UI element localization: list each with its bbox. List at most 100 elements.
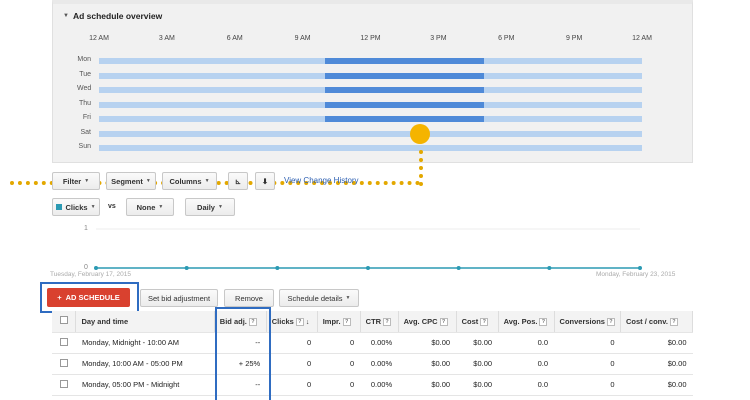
segment-button[interactable]: Segment ▼ <box>106 172 156 190</box>
help-icon[interactable]: ? <box>383 317 392 326</box>
row-checkbox[interactable] <box>59 379 68 388</box>
remove-label: Remove <box>235 293 263 303</box>
chart-point[interactable] <box>94 266 98 270</box>
help-icon[interactable]: ? <box>606 317 615 326</box>
chevron-down-icon: ▼ <box>217 204 223 210</box>
cell-cost: $0.00 <box>456 374 499 396</box>
active-schedule-segment[interactable] <box>325 87 484 93</box>
download-button[interactable]: ⬇ <box>255 172 275 190</box>
set-bid-adjustment-button[interactable]: Set bid adjustment <box>140 289 218 307</box>
metric-select[interactable]: Clicks ▼ <box>52 198 100 216</box>
col-day-time[interactable]: Day and time <box>75 311 215 333</box>
chevron-down-icon: ▼ <box>90 204 96 210</box>
day-schedule-bar[interactable] <box>99 58 642 64</box>
overview-title: Ad schedule overview <box>72 11 163 21</box>
day-schedule-bar[interactable] <box>99 130 642 137</box>
cell-cost-conv: $0.00 <box>620 374 693 396</box>
schedule-details-button[interactable]: Schedule details ▼ <box>279 289 359 307</box>
col-impr[interactable]: Impr.? <box>317 311 361 333</box>
select-all-cell[interactable] <box>52 311 77 333</box>
cell-avg-cpc: $0.00 <box>398 374 457 396</box>
remove-button[interactable]: Remove <box>224 289 274 307</box>
cell-cost: $0.00 <box>456 353 499 375</box>
help-icon[interactable]: ? <box>669 317 678 326</box>
col-cost[interactable]: Cost? <box>456 311 499 333</box>
chart-toggle-button[interactable]: ⊾ <box>228 172 248 190</box>
cell-clicks: 0 <box>266 353 318 375</box>
chevron-down-icon: ▼ <box>145 178 151 184</box>
cell-cost-conv: $0.00 <box>620 332 693 354</box>
table-row[interactable]: Monday, Midnight - 10:00 AM -- 0 0 0.00% $0.0… <box>52 332 693 354</box>
ad-schedule-overview-panel: ▼ Ad schedule overview 12 AM 3 AM 6 AM 9 AM… <box>52 0 693 163</box>
help-icon[interactable]: ? <box>342 317 351 326</box>
day-schedule-bar[interactable] <box>99 87 642 93</box>
annotation-marker-icon <box>410 124 430 144</box>
col-ctr[interactable]: CTR? <box>360 311 399 333</box>
col-label: Cost <box>461 316 479 326</box>
overview-header[interactable]: ▼ Ad schedule overview <box>63 11 162 21</box>
help-icon[interactable]: ? <box>480 317 489 326</box>
chart-point[interactable] <box>638 266 642 270</box>
cell-conversions: 0 <box>554 353 621 375</box>
collapse-caret-icon[interactable]: ▼ <box>63 13 69 19</box>
col-clicks[interactable]: Clicks? ↓ <box>266 311 318 333</box>
chart-point[interactable] <box>275 266 280 270</box>
sort-down-icon[interactable]: ↓ <box>306 319 310 326</box>
row-select-cell[interactable] <box>52 353 76 375</box>
row-checkbox[interactable] <box>59 337 68 346</box>
add-ad-schedule-button[interactable]: + AD SCHEDULE <box>47 288 130 307</box>
col-avg-cpc[interactable]: Avg. CPC? <box>398 311 457 333</box>
col-label: Clicks <box>271 316 294 326</box>
hour-tick-label: 12 PM <box>360 35 381 42</box>
day-schedule-bar[interactable] <box>99 72 642 79</box>
day-schedule-bar[interactable] <box>99 145 642 151</box>
metric-label: Clicks <box>65 202 88 212</box>
row-select-cell[interactable] <box>52 374 76 396</box>
chevron-down-icon: ▼ <box>345 295 351 301</box>
col-avg-pos[interactable]: Avg. Pos.? <box>498 311 555 333</box>
col-label: CTR <box>365 316 382 326</box>
schedule-details-label: Schedule details <box>287 293 343 303</box>
col-conversions[interactable]: Conversions? <box>554 311 621 333</box>
day-label: Mon <box>77 56 91 63</box>
chart-point[interactable] <box>547 266 552 270</box>
cell-day-time: Monday, 05:00 PM - Midnight <box>75 374 215 396</box>
hour-tick-label: 6 PM <box>498 35 515 42</box>
help-icon[interactable]: ? <box>295 317 304 326</box>
col-label: Day and time <box>81 316 129 326</box>
col-label: Avg. Pos. <box>503 316 538 326</box>
chart-point[interactable] <box>456 266 461 270</box>
active-schedule-segment[interactable] <box>325 101 484 108</box>
cell-day-time: Monday, 10:00 AM - 05:00 PM <box>75 353 215 375</box>
active-schedule-segment[interactable] <box>325 72 484 79</box>
hour-tick-label: 9 PM <box>565 35 583 42</box>
ad-schedule-label: AD SCHEDULE <box>65 293 120 302</box>
col-cost-conv[interactable]: Cost / conv.? <box>620 311 694 333</box>
active-schedule-segment[interactable] <box>325 116 484 122</box>
columns-label: Columns <box>169 176 202 186</box>
select-all-checkbox[interactable] <box>59 316 68 325</box>
active-schedule-segment[interactable] <box>325 58 484 64</box>
chart-point[interactable] <box>184 266 189 270</box>
row-select-cell[interactable] <box>52 332 76 354</box>
row-checkbox[interactable] <box>59 358 68 367</box>
download-icon: ⬇ <box>261 176 269 186</box>
bid-adj-highlight <box>215 307 271 400</box>
day-schedule-bar[interactable] <box>99 101 642 108</box>
compare-metric-select[interactable]: None ▼ <box>126 198 174 216</box>
columns-button[interactable]: Columns ▼ <box>162 172 217 190</box>
help-icon[interactable]: ? <box>539 317 548 326</box>
y-tick-top: 1 <box>84 225 88 232</box>
cell-conversions: 0 <box>554 332 621 354</box>
table-row[interactable]: Monday, 05:00 PM - Midnight -- 0 0 0.00% $0.0… <box>52 374 693 396</box>
period-select[interactable]: Daily ▼ <box>185 198 235 216</box>
filter-button[interactable]: Filter ▼ <box>52 172 100 190</box>
day-schedule-bar[interactable] <box>99 116 642 122</box>
chart-point[interactable] <box>366 266 370 270</box>
view-change-history-link[interactable]: View Change History <box>284 176 359 185</box>
cell-ctr: 0.00% <box>360 353 399 375</box>
help-icon[interactable]: ? <box>439 317 448 326</box>
table-row[interactable]: Monday, 10:00 AM - 05:00 PM + 25% 0 0 0.00% $… <box>52 353 693 375</box>
col-label: Conversions <box>559 316 605 326</box>
cell-cost-conv: $0.00 <box>620 353 693 375</box>
